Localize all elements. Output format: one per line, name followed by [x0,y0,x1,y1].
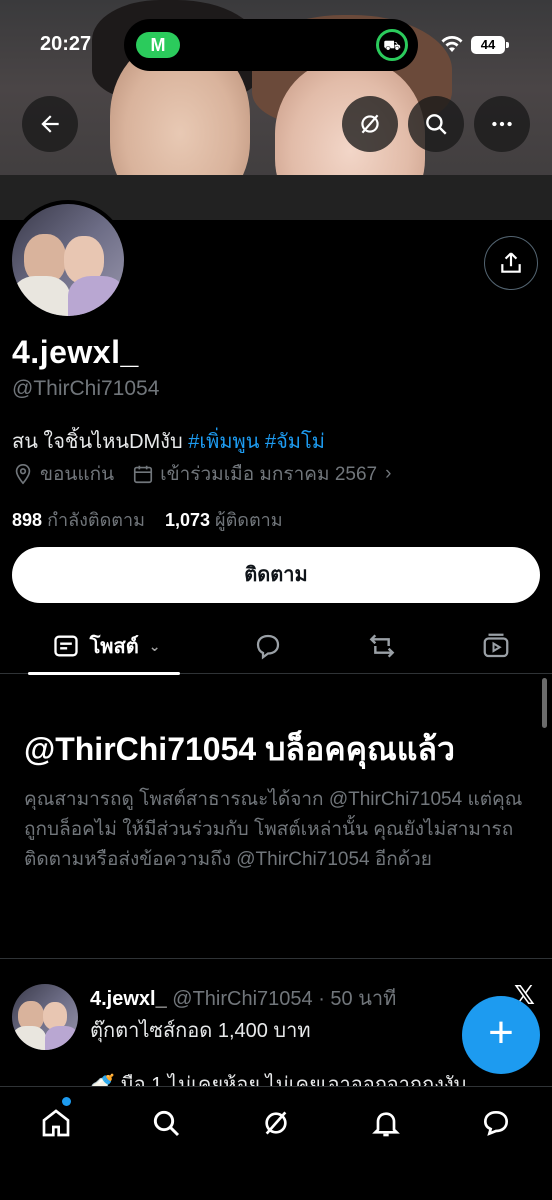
search-button[interactable] [408,96,464,152]
tab-replies[interactable] [248,618,288,674]
divider [0,958,552,959]
more-icon [492,121,512,127]
nav-grok[interactable] [256,1103,296,1143]
grok-icon [265,1111,287,1135]
status-bar: 20:27 M ⛟ 44 [0,0,552,90]
avatar-body-left [12,276,70,316]
notification-dot [62,1097,71,1106]
following-count: 898 [12,510,43,530]
nav-notifications[interactable] [366,1103,406,1143]
bio-hashtag-2[interactable]: #จัมโม่ [265,431,325,453]
home-icon [42,1109,70,1137]
blocked-title: @ThirChi71054 บล็อคคุณแล้ว [24,731,455,767]
following-link[interactable]: 898 กำลังติดตาม [12,510,145,530]
notifications-icon [372,1112,400,1137]
post-header: 4.jewxl_ @ThirChi71054 · 50 นาที [90,982,396,1014]
nav-messages[interactable] [476,1103,516,1143]
joined-text: เข้าร่วมเมือ มกราคม 2567 [160,464,378,485]
share-button[interactable] [484,236,538,290]
follow-counts: 898 กำลังติดตาม 1,073 ผู้ติดตาม [12,505,283,534]
tab-posts-label: โพสต์ [89,636,139,658]
tab-reposts[interactable] [362,618,402,674]
chevron-right-icon: › [385,463,392,484]
profile-bio: สน ใจชิ้นไหนDMงับ #เพิ่มพูน #จัมโม่ [12,425,325,457]
post-avatar[interactable] [12,984,78,1050]
tab-media[interactable] [476,618,516,674]
messages-icon [483,1110,509,1136]
profile-handle: @ThirChi71054 [12,377,160,400]
followers-count: 1,073 [164,510,210,530]
activity-ring-icon: ⛟ [376,29,408,61]
post-text: ตุ๊กตาไซส์กอด 1,400 บาท [90,1020,311,1042]
profile-tabs: โพสต์ ⌄ [0,618,552,675]
dynamic-island: M ⛟ [124,19,418,71]
wifi-icon [441,36,463,52]
follow-button[interactable]: ติดตาม [12,547,540,603]
display-name: 4.jewxl_ [12,334,139,370]
profile-meta: ขอนแก่น เข้าร่วมเมือ มกราคม 2567 › [12,459,409,489]
search-icon [426,114,447,135]
nav-search[interactable] [146,1103,186,1143]
post-text-line2: 🍼 มือ 1 ไม่เคยห้อย ไม่เคยเอาออกจากถุงงับ [90,1074,467,1088]
joined-item[interactable]: เข้าร่วมเมือ มกราคม 2567 › [132,459,391,489]
post-avatar-body-right [45,1026,78,1050]
avatar-body-right [68,276,124,316]
following-label: กำลังติดตาม [47,510,145,530]
grok-button[interactable] [342,96,398,152]
back-button[interactable] [22,96,78,152]
more-button[interactable] [474,96,530,152]
reply-icon [256,634,280,660]
bio-text: สน ใจชิ้นไหนDMงับ [12,431,189,453]
chevron-down-icon: ⌄ [148,637,161,654]
bio-hashtag-1[interactable]: #เพิ่มพูน [188,431,259,453]
followers-label: ผู้ติดตาม [215,510,283,530]
video-icon [483,633,509,658]
blocked-description: คุณสามารถดู โพสต์สาธารณะได้จาก @ThirChi7… [24,789,523,870]
calendar-icon [134,465,153,484]
location-text: ขอนแก่น [40,464,115,485]
location-item: ขอนแก่น [12,459,114,489]
avatar-image [12,204,124,316]
bottom-nav [0,1086,552,1200]
battery-indicator: 44 [471,36,509,54]
compose-button[interactable]: + [462,996,540,1074]
search-icon [153,1110,180,1137]
back-arrow-icon [41,115,59,133]
location-icon [15,464,31,485]
nav-home[interactable] [36,1103,76,1143]
post-meta: @ThirChi71054 · 50 นาที [172,988,397,1010]
post-avatar-body-left [12,1026,46,1050]
scrollbar[interactable] [542,678,547,728]
app-badge: M [136,32,180,58]
profile-avatar[interactable] [8,200,128,320]
active-tab-indicator [28,672,180,675]
repost-icon [369,634,395,658]
posts-icon [53,635,78,657]
tab-posts[interactable]: โพสต์ ⌄ [28,618,184,675]
post-author-name[interactable]: 4.jewxl_ [90,988,167,1010]
grok-icon [361,114,379,134]
status-time: 20:27 [40,33,92,55]
share-icon [501,252,521,273]
followers-link[interactable]: 1,073 ผู้ติดตาม [165,510,283,530]
